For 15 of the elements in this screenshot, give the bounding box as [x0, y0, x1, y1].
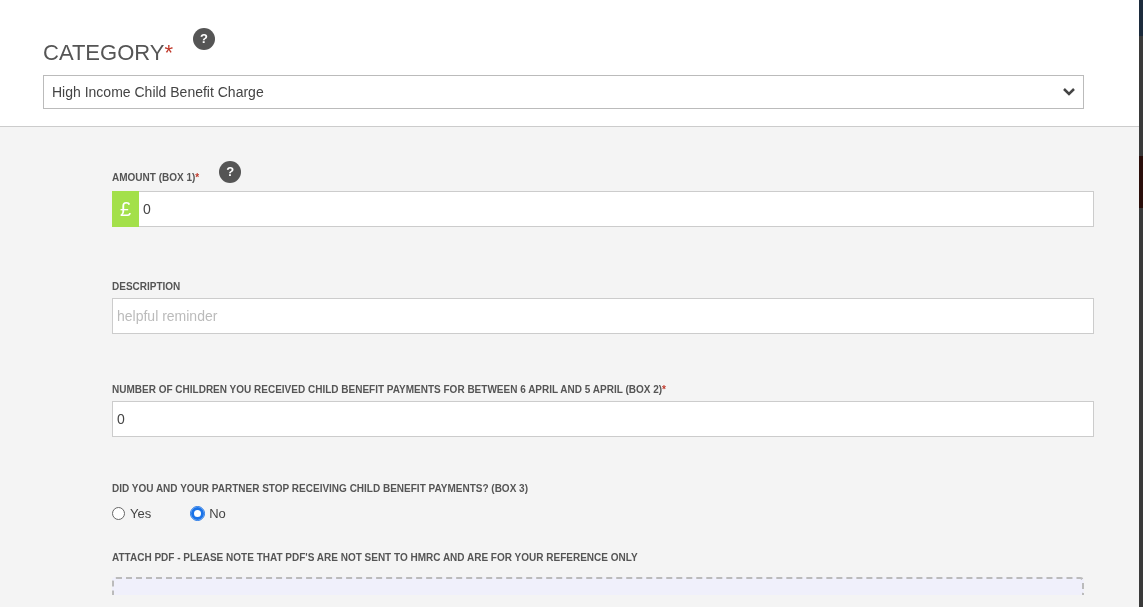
- radio-option[interactable]: Yes: [112, 504, 152, 524]
- field-label: NUMBER OF CHILDREN YOU RECEIVED CHILD BENEFIT PAYMENTS FOR BETWEEN 6 APRIL AND 5 APRIL (BOX 2)*: [112, 383, 666, 397]
- field-label: DESCRIPTION: [112, 280, 181, 294]
- radio-option[interactable]: No: [191, 504, 226, 524]
- field-label: ATTACH PDF - PLEASE NOTE THAT PDF'S ARE NOT SENT TO HMRC AND ARE FOR YOUR REFERENCE ONLY: [112, 550, 638, 565]
- text-field[interactable]: helpful reminder: [112, 298, 1094, 334]
- currency-prefix: £: [112, 191, 139, 227]
- help-icon[interactable]: ?: [219, 160, 242, 183]
- field-label: DID YOU AND YOUR PARTNER STOP RECEIVING CHILD BENEFIT PAYMENTS? (BOX 3): [112, 482, 528, 496]
- field-label: AMOUNT (BOX 1)*: [112, 171, 200, 185]
- amount-field[interactable]: 0: [139, 191, 1094, 227]
- text-field[interactable]: 0: [112, 401, 1094, 437]
- help-icon[interactable]: ?: [193, 28, 215, 50]
- category-label: CATEGORY*: [43, 39, 173, 67]
- category-select[interactable]: High Income Child Benefit Charge: [43, 75, 1084, 109]
